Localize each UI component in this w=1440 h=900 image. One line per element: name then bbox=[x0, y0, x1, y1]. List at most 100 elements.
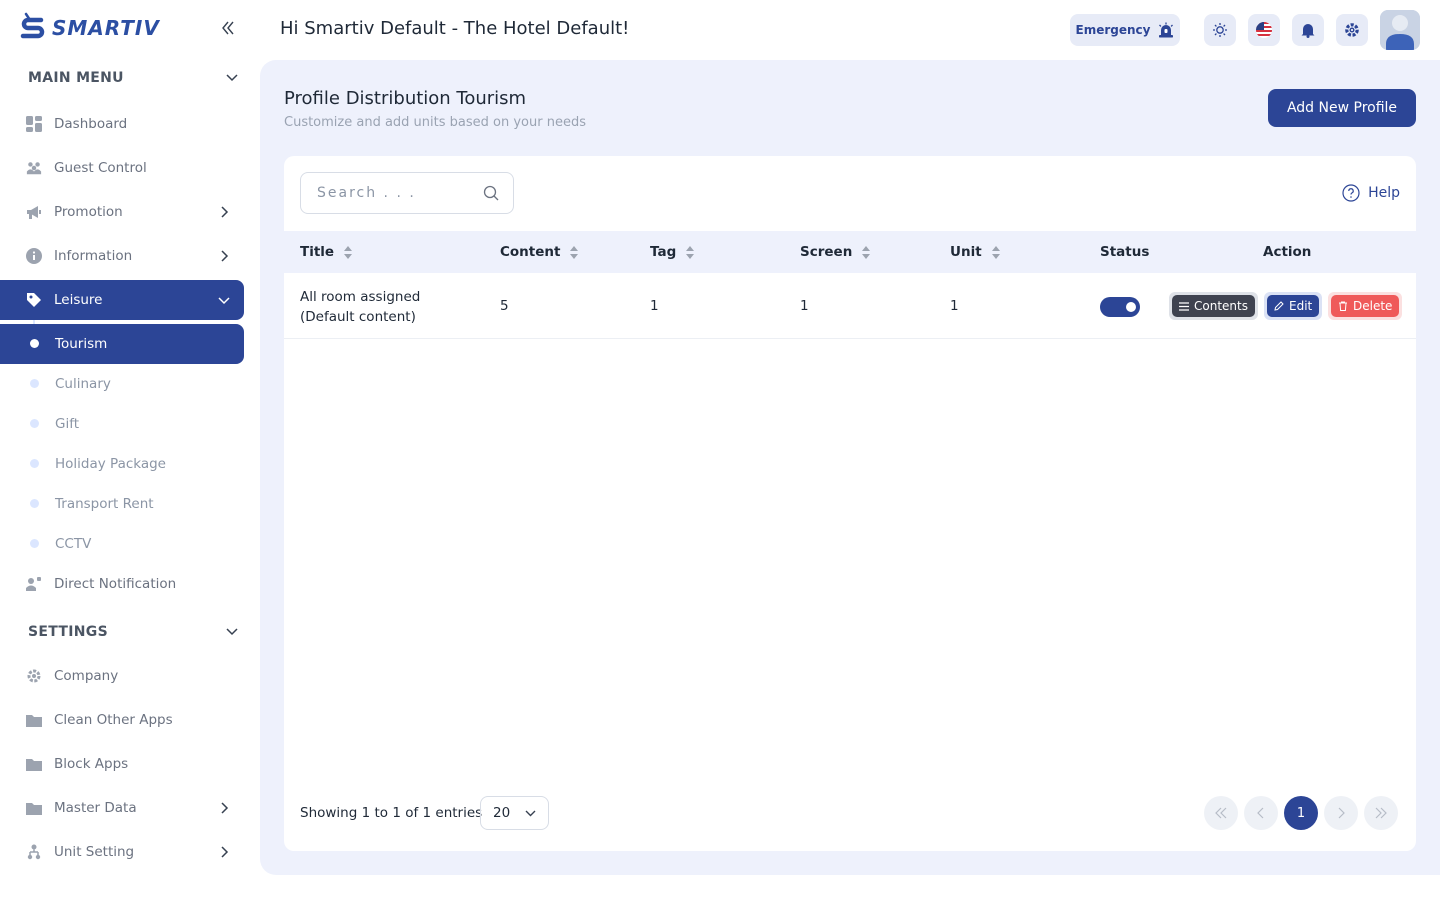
sidebar-item-guest-control[interactable]: Guest Control bbox=[0, 148, 244, 188]
table-header: Title Content Tag Screen Unit Status Act… bbox=[284, 231, 1416, 273]
theme-toggle-button[interactable] bbox=[1204, 14, 1236, 46]
hierarchy-icon bbox=[26, 844, 42, 860]
chevron-right-icon bbox=[221, 846, 229, 858]
sidebar-item-leisure[interactable]: Leisure bbox=[0, 280, 244, 320]
column-tag-label: Tag bbox=[650, 244, 677, 260]
notifications-button[interactable] bbox=[1292, 14, 1324, 46]
language-button[interactable] bbox=[1248, 14, 1280, 46]
page-subtitle: Customize and add units based on your ne… bbox=[284, 115, 586, 130]
emergency-button[interactable]: Emergency bbox=[1070, 14, 1180, 46]
us-flag-icon bbox=[1256, 22, 1272, 38]
column-screen[interactable]: Screen bbox=[800, 244, 871, 260]
collapse-sidebar-icon[interactable] bbox=[218, 18, 238, 38]
cell-title-line2: (Default content) bbox=[300, 309, 416, 325]
trash-icon bbox=[1339, 301, 1347, 311]
sidebar-item-promotion[interactable]: Promotion bbox=[0, 192, 244, 232]
bullet-icon bbox=[30, 539, 39, 548]
info-icon bbox=[26, 248, 42, 264]
sidebar-item-clean-other-apps[interactable]: Clean Other Apps bbox=[0, 700, 244, 740]
main-menu-header[interactable]: MAIN MENU bbox=[28, 70, 238, 86]
sidebar-subitem-label: Culinary bbox=[55, 376, 111, 392]
chevron-down-icon bbox=[226, 628, 238, 636]
column-content[interactable]: Content bbox=[500, 244, 579, 260]
gear-icon bbox=[26, 668, 42, 684]
settings-header[interactable]: SETTINGS bbox=[28, 624, 238, 640]
settings-button[interactable] bbox=[1336, 14, 1368, 46]
sidebar-item-label: Clean Other Apps bbox=[54, 712, 173, 728]
sort-icon bbox=[344, 245, 353, 259]
chevron-down-icon bbox=[525, 810, 536, 816]
help-icon bbox=[1342, 184, 1360, 202]
cell-screen: 1 bbox=[800, 298, 809, 314]
list-icon bbox=[1179, 301, 1189, 311]
table-card: Help Title Content Tag Screen Unit Statu… bbox=[284, 156, 1416, 851]
column-unit-label: Unit bbox=[950, 244, 982, 260]
column-title[interactable]: Title bbox=[300, 244, 353, 260]
sidebar-item-direct-notification[interactable]: Direct Notification bbox=[0, 564, 244, 604]
cell-unit: 1 bbox=[950, 298, 959, 314]
sidebar-subitem-culinary[interactable]: Culinary bbox=[0, 364, 244, 404]
sidebar-subitem-transport-rent[interactable]: Transport Rent bbox=[0, 484, 244, 524]
sidebar-item-label: Leisure bbox=[54, 292, 103, 308]
user-icon bbox=[1380, 10, 1420, 50]
greeting-title: Hi Smartiv Default - The Hotel Default! bbox=[280, 18, 630, 39]
sidebar-item-unit-setting[interactable]: Unit Setting bbox=[0, 832, 244, 872]
sidebar-subitem-label: Tourism bbox=[55, 336, 108, 352]
contents-label: Contents bbox=[1194, 299, 1248, 313]
chevron-right-icon bbox=[221, 206, 229, 218]
sidebar: SMARTIV MAIN MENU Dashboard Guest Contro… bbox=[0, 0, 260, 900]
status-toggle[interactable] bbox=[1100, 297, 1140, 317]
column-unit[interactable]: Unit bbox=[950, 244, 1000, 260]
search-box[interactable] bbox=[300, 172, 514, 214]
double-chevron-right-icon bbox=[1375, 807, 1387, 819]
dashboard-icon bbox=[26, 116, 42, 132]
users-icon bbox=[26, 160, 42, 176]
prev-page-button[interactable] bbox=[1244, 796, 1278, 830]
sidebar-item-master-data[interactable]: Master Data bbox=[0, 788, 244, 828]
next-page-button[interactable] bbox=[1324, 796, 1358, 830]
column-tag[interactable]: Tag bbox=[650, 244, 695, 260]
sidebar-subitem-gift[interactable]: Gift bbox=[0, 404, 244, 444]
cell-tag: 1 bbox=[650, 298, 659, 314]
sidebar-item-block-apps[interactable]: Block Apps bbox=[0, 744, 244, 784]
first-page-button[interactable] bbox=[1204, 796, 1238, 830]
table-row: All room assigned (Default content) 5 1 … bbox=[284, 273, 1416, 339]
user-avatar[interactable] bbox=[1380, 10, 1420, 50]
sidebar-subitem-holiday-package[interactable]: Holiday Package bbox=[0, 444, 244, 484]
column-action: Action bbox=[1263, 244, 1311, 260]
search-icon[interactable] bbox=[483, 185, 499, 201]
column-status-label: Status bbox=[1100, 244, 1150, 260]
page-size-select[interactable]: 20 bbox=[480, 796, 549, 830]
add-new-profile-button[interactable]: Add New Profile bbox=[1268, 89, 1416, 127]
cell-title-line1: All room assigned bbox=[300, 289, 421, 305]
sidebar-subitem-tourism[interactable]: Tourism bbox=[0, 324, 244, 364]
sidebar-subitem-cctv[interactable]: CCTV bbox=[0, 524, 244, 564]
folder-icon bbox=[26, 712, 42, 728]
sidebar-subitem-label: CCTV bbox=[55, 536, 92, 552]
main-content: Profile Distribution Tourism Customize a… bbox=[260, 60, 1440, 875]
brand-logo[interactable]: SMARTIV bbox=[20, 12, 160, 44]
chevron-right-icon bbox=[221, 250, 229, 262]
edit-button[interactable]: Edit bbox=[1264, 292, 1323, 320]
bullet-icon bbox=[30, 339, 39, 348]
page-button-current[interactable]: 1 bbox=[1284, 796, 1318, 830]
sort-icon bbox=[570, 245, 579, 259]
column-status: Status bbox=[1100, 244, 1149, 260]
tag-icon bbox=[26, 292, 42, 308]
sidebar-item-company[interactable]: Company bbox=[0, 656, 244, 696]
emergency-label: Emergency bbox=[1075, 23, 1151, 37]
sort-icon bbox=[991, 245, 1000, 259]
sidebar-subitem-label: Transport Rent bbox=[55, 496, 154, 512]
sidebar-item-information[interactable]: Information bbox=[0, 236, 244, 276]
sidebar-item-dashboard[interactable]: Dashboard bbox=[0, 104, 244, 144]
chevron-right-icon bbox=[221, 802, 229, 814]
siren-icon bbox=[1159, 22, 1174, 38]
last-page-button[interactable] bbox=[1364, 796, 1398, 830]
delete-button[interactable]: Delete bbox=[1328, 292, 1403, 320]
search-input[interactable] bbox=[317, 185, 477, 201]
sidebar-item-label: Master Data bbox=[54, 800, 137, 816]
main-menu-label: MAIN MENU bbox=[28, 70, 124, 86]
sidebar-item-label: Information bbox=[54, 248, 133, 264]
help-link[interactable]: Help bbox=[1342, 184, 1400, 202]
contents-button[interactable]: Contents bbox=[1169, 292, 1258, 320]
